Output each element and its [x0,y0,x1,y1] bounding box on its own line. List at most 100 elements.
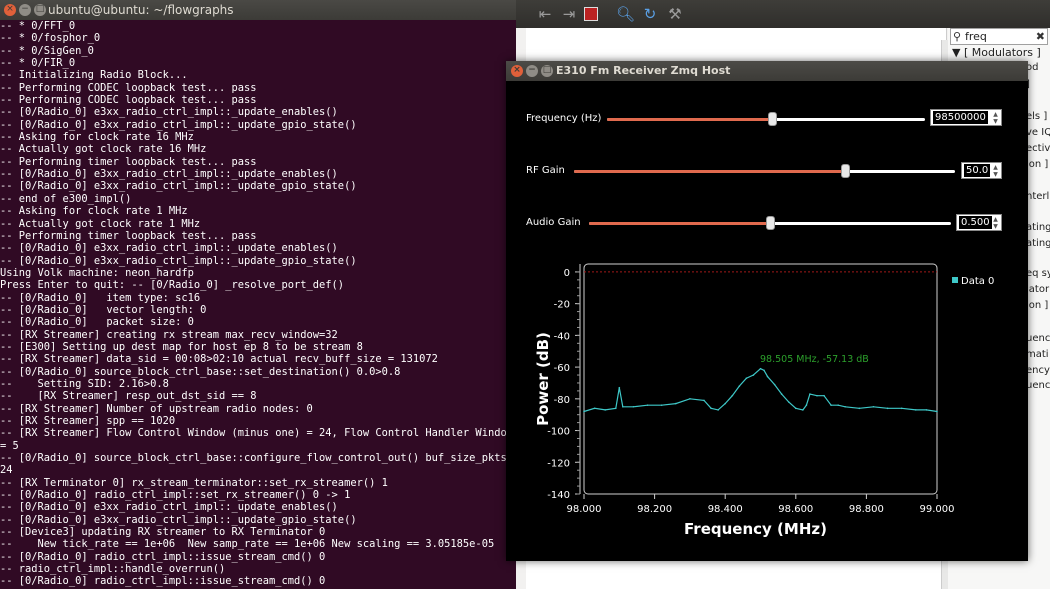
terminal-line: -- [RX Streamer] data_sid = 00:08>02:10 … [0,353,438,366]
data-point [780,393,783,395]
data-point [809,393,811,395]
data-point [915,409,917,411]
legend-label: Data 0 [961,276,994,287]
terminal-line: 24 [0,464,13,477]
terminal-line: -- Performing timer loopback test... pas… [0,155,257,168]
tree-item-fragment[interactable]: uenc [1026,333,1050,344]
close-icon[interactable]: × [4,4,16,16]
x-tick-label: 99.000 [920,504,955,515]
data-point [752,374,755,376]
terminal-line: -- [RX Streamer] creating rx stream max_… [0,328,338,341]
terminal-window[interactable]: × − □ ubuntu@ubuntu: ~/flowgraphs -- * 0… [0,0,516,589]
terminal-output[interactable]: -- * 0/FFT_0 -- * 0/fosphor_0 -- * 0/SigGe… [0,20,516,588]
search-icon: ⚲ [953,30,962,43]
data-point [717,409,719,411]
terminal-line: -- [0/Radio_0] radio_ctrl_impl::set_rx_s… [0,489,351,502]
data-point [936,410,938,413]
terminal-titlebar[interactable]: × − □ ubuntu@ubuntu: ~/flowgraphs [0,0,516,20]
x-axis-title: Frequency (MHz) [684,520,827,538]
terminal-line: -- [0/Radio_0] radio_ctrl_impl::issue_st… [0,575,326,588]
tree-item-fragment[interactable]: ating [1026,222,1050,233]
forward-icon[interactable]: ⇥ [560,5,578,23]
tree-item-fragment[interactable]: uenc [1026,380,1050,391]
y-tick-label: -100 [547,427,570,438]
stop-icon[interactable] [584,7,598,21]
search-icon[interactable]: 🔍︎ [616,5,635,23]
tree-item-fragment[interactable]: ion ] [1026,159,1048,170]
terminal-line: -- [0/Radio_0] e3xx_radio_ctrl_impl::_up… [0,513,357,526]
x-tick-label: 98.800 [849,504,884,515]
terminal-line: -- end of e300_impl() [0,192,132,205]
data-point [872,405,875,408]
data-point [766,375,769,378]
clear-icon[interactable]: ✖ [1036,29,1045,44]
terminal-line: -- * 0/FFT_0 [0,20,76,32]
terminal-line: -- [0/Radio_0] e3xx_radio_ctrl_impl::_up… [0,118,357,131]
tree-item-fragment[interactable]: mati [1026,349,1049,360]
y-tick-label: -20 [554,300,570,311]
y-tick-label: -140 [547,490,570,501]
marker-readout: 98.505 MHz, -57.13 dB [760,354,869,365]
tree-item-fragment[interactable]: nterl [1026,191,1049,202]
maximize-icon[interactable]: □ [34,4,46,16]
tree-category-modulators[interactable]: ▼ [ Modulators ] [952,46,1041,59]
terminal-line: -- radio_ctrl_impl::handle_overrun() [0,563,226,576]
tree-item-fragment[interactable]: ectiv [1026,143,1050,154]
tree-item-fragment[interactable]: eq sy [1026,268,1050,279]
terminal-line: -- [0/Radio_0] vector length: 0 [0,303,207,316]
refresh-icon[interactable]: ↻ [641,5,659,23]
terminal-line: Press Enter to quit: -- [0/Radio_0] _res… [0,279,345,292]
data-point [674,402,677,405]
terminal-line: -- [Device3] updating RX streamer to RX … [0,526,326,539]
y-tick-label: -80 [554,395,570,406]
data-point [886,407,889,410]
tree-item-fragment[interactable]: lator [1026,284,1049,295]
terminal-line: Using Volk machine: neon_hardfp [0,266,194,279]
terminal-title: ubuntu@ubuntu: ~/flowgraphs [48,3,234,17]
tree-item-fragment[interactable]: ency [1026,365,1050,376]
terminal-line: -- * 0/FIR_0 [0,57,76,70]
data-point [805,404,808,406]
tree-item-fragment[interactable]: ion ] [1026,300,1048,311]
terminal-line: -- [E300] Setting up dest map for host e… [0,340,363,353]
data-point [703,399,705,402]
toolbar: ⇤ ⇥ 🔍︎ ↻ ⚒ [516,0,1050,28]
data-point [614,407,617,410]
minimize-icon[interactable]: − [19,4,31,16]
data-point [802,409,804,411]
search-value: freq [965,30,987,43]
data-point [830,404,832,406]
block-search-input[interactable]: ⚲ freq ✖ [950,28,1048,45]
y-tick-label: -120 [547,458,570,469]
fm-receiver-window[interactable]: × − □ E310 Fm Receiver Zmq Host Frequenc… [506,61,1028,561]
y-tick-label: 0 [564,268,570,279]
series-line [583,367,938,413]
y-axis-title: Power (dB) [534,332,552,426]
data-point [787,401,790,403]
data-point [622,405,624,408]
terminal-line: -- [0/Radio_0] e3xx_radio_ctrl_impl::_up… [0,180,357,193]
data-point [646,404,649,406]
terminal-line: -- [0/Radio_0] e3xx_radio_ctrl_impl::_up… [0,501,338,514]
tree-item-fragment[interactable]: els ] [1026,111,1047,122]
data-point [583,410,585,413]
data-point [689,398,691,400]
data-point [900,407,903,410]
data-point [844,405,847,408]
legend-swatch [952,277,958,283]
data-point [795,407,797,410]
hammer-icon[interactable]: ⚒ [666,5,684,23]
x-tick-label: 98.200 [637,504,672,515]
tree-item-fragment[interactable]: ve IQ [1026,127,1050,138]
tree-item-fragment[interactable]: ating [1026,238,1050,249]
terminal-line: -- Actually got clock rate 1 MHz [0,217,201,230]
terminal-line: -- [0/Radio_0] e3xx_radio_ctrl_impl::_up… [0,254,357,267]
terminal-line: -- [RX Streamer] Flow Control Window (mi… [0,427,513,440]
spectrum-plot[interactable]: 0 -20 -40 -60 -80 -100 -120 -140 98.000 98.200 98.… [506,61,1028,561]
terminal-line: -- [0/Radio_0] e3xx_radio_ctrl_impl::_up… [0,106,338,119]
data-point [604,409,606,411]
back-icon[interactable]: ⇤ [536,5,554,23]
y-tick-label: -40 [554,331,570,342]
terminal-line: -- Performing CODEC loopback test... pas… [0,81,257,94]
plot-frame [583,263,938,495]
